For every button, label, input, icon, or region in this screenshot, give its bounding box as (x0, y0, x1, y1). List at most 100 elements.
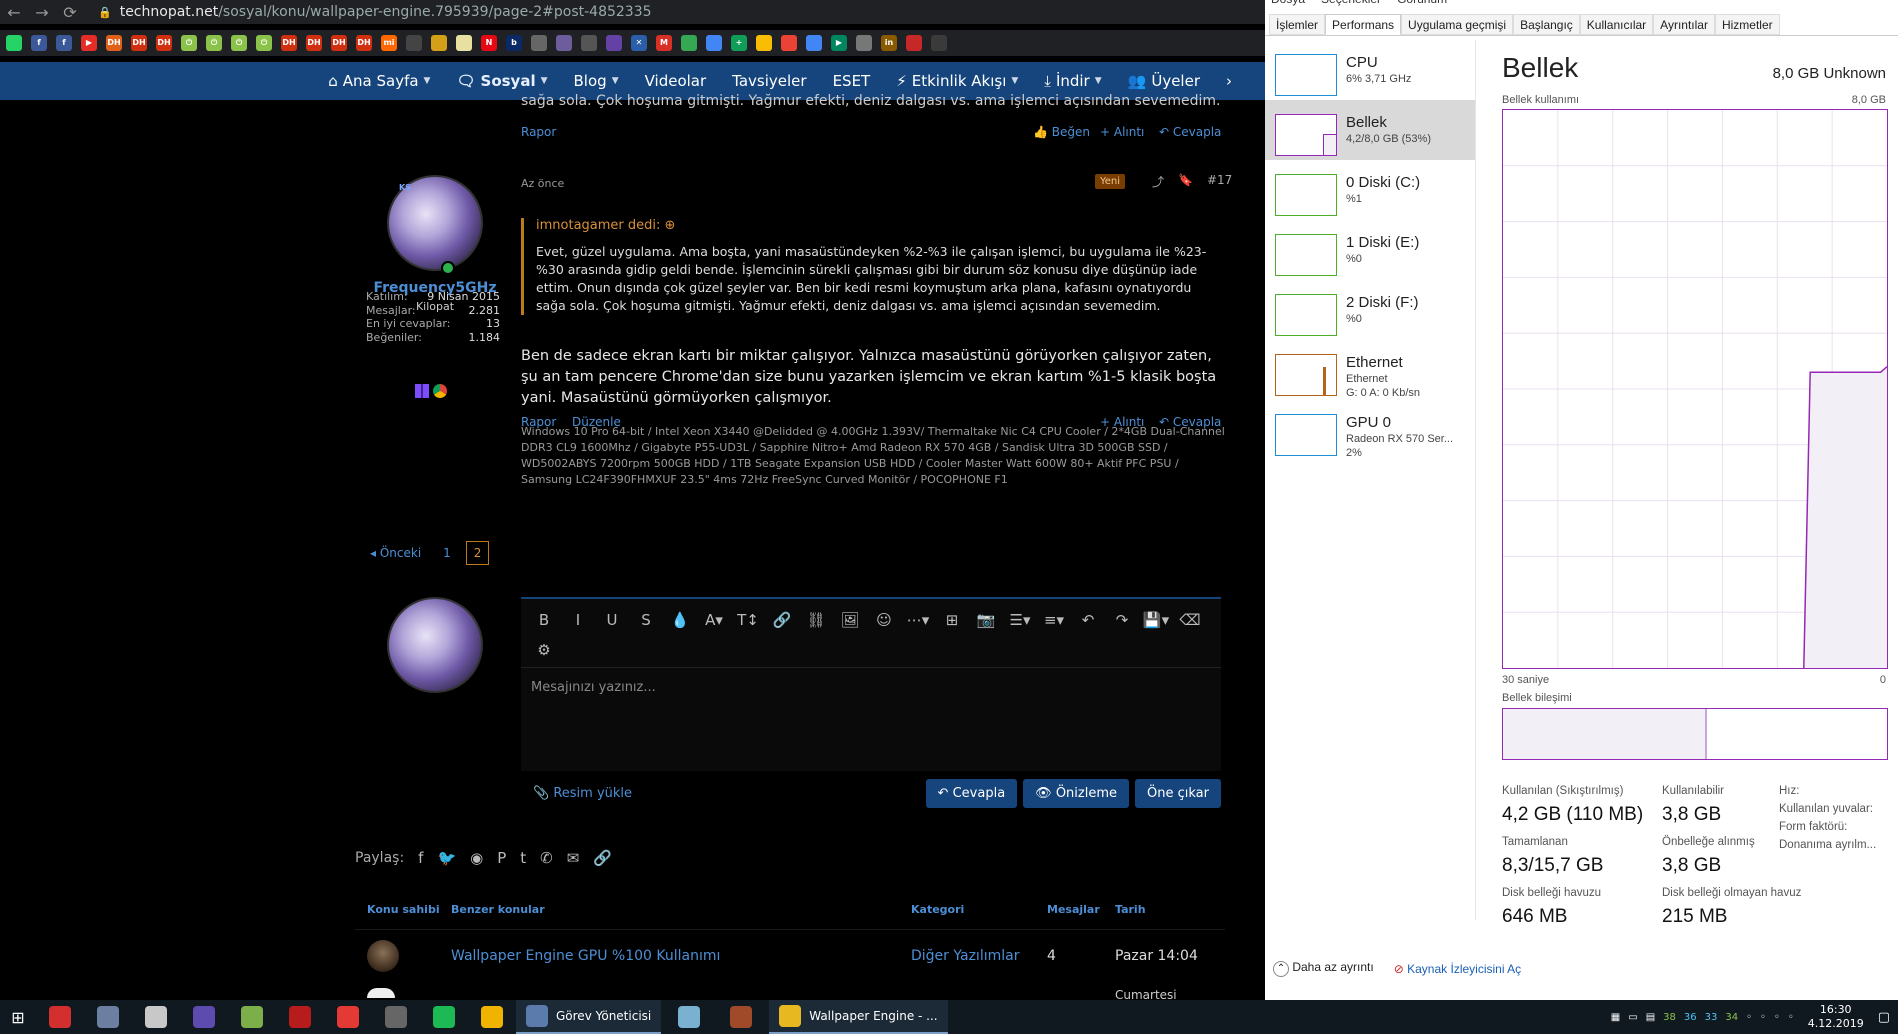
more-icon[interactable]: ⋯▾ (901, 605, 935, 635)
nav-item-2[interactable]: 🗨 Sosyal ▼ (443, 72, 560, 90)
dh-icon[interactable]: DH (131, 35, 147, 51)
reply-link[interactable]: ↶ Cevapla (1159, 125, 1221, 139)
notifications-icon[interactable]: ▢ (1870, 1010, 1898, 1025)
tab-2[interactable]: Performans (1325, 14, 1402, 35)
emoji-icon[interactable]: ☺ (867, 605, 901, 635)
camera-icon[interactable]: 📷 (969, 605, 1003, 635)
quote-author[interactable]: imnotagamer dedi: ⊕ (536, 218, 1221, 233)
unlink-icon[interactable]: ⛓ (799, 605, 833, 635)
nav-item-9[interactable]: 👥 Üyeler (1115, 72, 1213, 90)
taskbar-app-4[interactable]: Wallpaper Engine - ... (769, 1000, 948, 1034)
nav-item-1[interactable]: ⌂ Ana Sayfa ▼ (315, 72, 443, 90)
tab-7[interactable]: Hizmetler (1714, 14, 1780, 35)
avatar[interactable] (387, 597, 483, 693)
nav-item-6[interactable]: ESET (820, 72, 884, 90)
in-icon[interactable]: in (881, 35, 897, 51)
reply-button[interactable]: ↶ Cevapla (925, 778, 1018, 808)
calculator-icon[interactable] (372, 1000, 420, 1034)
app-red-icon[interactable] (36, 1000, 84, 1034)
nav-item-3[interactable]: Blog ▼ (561, 72, 632, 90)
network-icon[interactable]: ◦ (1746, 1012, 1752, 1023)
open-resource-monitor-link[interactable]: ⊘ Kaynak İzleyicisini Aç (1394, 962, 1521, 976)
menu-item[interactable]: Dosya (1271, 0, 1305, 6)
resource-item[interactable]: 1 Diski (E:) %0 (1265, 220, 1475, 280)
email-icon[interactable]: ✉ (567, 849, 580, 867)
nav-item-5[interactable]: Tavsiyeler (719, 72, 819, 90)
column-header[interactable]: Konu sahibi (355, 903, 451, 916)
avatar[interactable] (367, 940, 399, 972)
pinterest-icon[interactable]: P (497, 849, 506, 867)
whatsapp-icon[interactable]: ✆ (540, 849, 553, 867)
chip-icon[interactable] (180, 1000, 228, 1034)
twitter-icon[interactable]: 🐦 (437, 849, 456, 867)
dh-icon[interactable]: DH (331, 35, 347, 51)
avatar[interactable]: KS (387, 175, 483, 275)
tray-icon[interactable]: ▤ (1646, 1012, 1655, 1023)
column-header[interactable]: Benzer konular (451, 903, 911, 916)
strike-icon[interactable]: S (629, 605, 663, 635)
dh-icon[interactable]: DH (306, 35, 322, 51)
dh-icon[interactable]: DH (156, 35, 172, 51)
power-icon[interactable]: ⏻ (256, 35, 272, 51)
tab-4[interactable]: Başlangıç (1513, 14, 1580, 35)
book-icon[interactable] (84, 1000, 132, 1034)
globe-icon[interactable] (856, 35, 872, 51)
highlight-button[interactable]: Öne çıkar (1135, 778, 1221, 808)
link-icon[interactable]: 🔗 (765, 605, 799, 635)
tray-temperature[interactable]: 36 (1684, 1012, 1697, 1023)
quote-link[interactable]: + Alıntı (1100, 415, 1144, 429)
monitor-icon[interactable] (228, 1000, 276, 1034)
drive-icon[interactable] (681, 35, 697, 51)
menu-item[interactable]: Seçenekler (1321, 0, 1381, 6)
back-icon[interactable]: ← (0, 3, 28, 22)
italic-icon[interactable]: I (561, 605, 595, 635)
undo-icon[interactable]: ↶ (1071, 605, 1105, 635)
settings-icon[interactable]: ⚙ (527, 635, 561, 665)
nav-item-4[interactable]: Videolar (632, 72, 720, 90)
table-icon[interactable]: ⊞ (935, 605, 969, 635)
globe-icon[interactable] (531, 35, 547, 51)
square-icon[interactable] (456, 35, 472, 51)
x-icon[interactable]: ✕ (631, 35, 647, 51)
resource-item[interactable]: 2 Diski (F:) %0 (1265, 280, 1475, 340)
tool-icon[interactable] (132, 1000, 180, 1034)
redo-icon[interactable]: ↷ (1105, 605, 1139, 635)
upload-image-button[interactable]: 📎 Resim yükle (533, 786, 632, 801)
report-link[interactable]: Rapor (521, 125, 556, 139)
page-link-1[interactable]: 1 (436, 542, 458, 564)
edit-link[interactable]: Düzenle (572, 415, 621, 429)
category-link[interactable]: Diğer Yazılımlar (911, 948, 1047, 964)
column-header[interactable]: Mesajlar (1047, 903, 1115, 916)
sheets-icon[interactable]: + (731, 35, 747, 51)
tray-temperature[interactable]: 33 (1705, 1012, 1718, 1023)
steam-icon[interactable]: ◦ (1774, 1012, 1780, 1023)
color-icon[interactable]: 💧 (663, 605, 697, 635)
image-icon[interactable]: 🖼 (833, 605, 867, 635)
taskbar-app-3[interactable] (717, 1000, 765, 1034)
bold-icon[interactable]: B (527, 605, 561, 635)
keep-icon[interactable] (756, 35, 772, 51)
page-link-2[interactable]: 2 (465, 541, 490, 565)
bookmark-icon[interactable]: 🔖 (1178, 173, 1193, 190)
preview-button[interactable]: 👁 Önizleme (1023, 778, 1130, 808)
tray-icon[interactable]: ▦ (1611, 1012, 1620, 1023)
game-icon[interactable] (406, 35, 422, 51)
fewer-details-button[interactable]: ⌃ Daha az ayrıntı (1273, 960, 1374, 977)
taskbar-app-2[interactable] (665, 1000, 713, 1034)
nav-item-8[interactable]: ⤓ İndir ▼ (1031, 72, 1114, 90)
tray-temperature[interactable]: 38 (1663, 1012, 1676, 1023)
keyboard-icon[interactable]: ◦ (1788, 1012, 1794, 1023)
resource-item[interactable]: CPU 6% 3,71 GHz (1265, 40, 1475, 100)
menu-item[interactable]: Görünüm (1397, 0, 1447, 6)
dh-icon[interactable]: DH (106, 35, 122, 51)
mail-icon[interactable]: M (656, 35, 672, 51)
post-number[interactable]: #17 (1207, 173, 1232, 190)
clock[interactable]: 16:30 4.12.2019 (1802, 1003, 1870, 1031)
spotify-icon[interactable] (420, 1000, 468, 1034)
message-input[interactable] (521, 667, 1221, 771)
facebook-icon[interactable]: f (31, 35, 47, 51)
resource-item[interactable]: Ethernet Ethernet G: 0 A: 0 Kb/sn (1265, 340, 1475, 400)
windows-start-icon[interactable]: ⊞ (0, 1008, 36, 1027)
tumblr-icon[interactable]: t (520, 849, 526, 867)
bolt-icon[interactable] (324, 1000, 372, 1034)
